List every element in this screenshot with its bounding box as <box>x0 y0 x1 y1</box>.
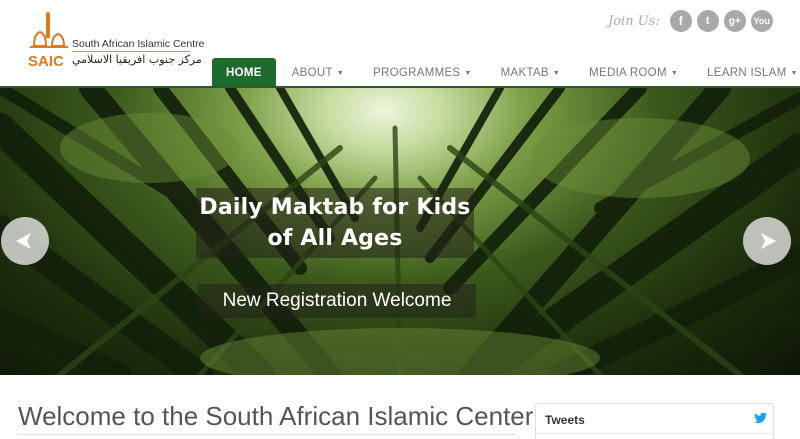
chevron-down-icon: ▼ <box>670 69 679 77</box>
nav-home[interactable]: HOME <box>212 58 276 88</box>
logo-divider <box>72 51 190 52</box>
hero-slider: Daily Maktab for Kids of All Ages New Re… <box>0 88 800 375</box>
logo-name-english: South African Islamic Centre <box>72 38 205 50</box>
headline-caption: Daily Maktab for Kids of All Ages <box>196 192 474 254</box>
site-header: SAIC South African Islamic Centre مركز ج… <box>0 0 800 88</box>
chevron-down-icon: ▼ <box>552 69 561 77</box>
welcome-divider <box>18 434 516 435</box>
nav-maktab[interactable]: MAKTAB ▼ <box>501 58 560 88</box>
nav-about[interactable]: ABOUT ▼ <box>292 58 344 88</box>
headline-line-2: of All Ages <box>267 226 403 251</box>
nav-about-label: ABOUT <box>291 67 333 79</box>
nav-media-room-label: MEDIA ROOM <box>589 67 667 79</box>
youtube-icon[interactable]: You <box>750 10 773 32</box>
tweets-title: Tweets <box>545 413 585 427</box>
saic-logo-mark: SAIC <box>28 12 68 70</box>
chevron-down-icon: ▼ <box>790 69 798 77</box>
chevron-down-icon: ▼ <box>336 69 345 77</box>
headline-line-1: Daily Maktab for Kids <box>199 195 471 220</box>
nav-maktab-label: MAKTAB <box>500 67 549 79</box>
twitter-icon[interactable]: t <box>696 10 719 32</box>
nav-home-label: HOME <box>226 67 262 79</box>
tweets-divider <box>536 433 773 434</box>
google-plus-icon[interactable]: g+ <box>723 10 746 32</box>
main-nav: HOME ABOUT ▼ PROGRAMMES ▼ MAKTAB ▼ MEDIA RO… <box>212 58 798 88</box>
slider-prev-button[interactable] <box>1 217 49 265</box>
join-us-label: Join Us: <box>608 13 660 29</box>
logo-name-arabic: مركز جنوب افريقيا الاسلامي <box>72 53 202 66</box>
twitter-bird-icon[interactable] <box>754 412 767 424</box>
nav-programmes[interactable]: PROGRAMMES ▼ <box>373 58 472 88</box>
site-logo[interactable]: SAIC South African Islamic Centre مركز ج… <box>26 12 206 74</box>
tweets-widget[interactable]: Tweets <box>535 403 774 439</box>
welcome-heading: Welcome to the South African Islamic Cen… <box>18 401 534 431</box>
arrow-right-icon <box>761 233 776 249</box>
social-links: Join Us: f t g+ You <box>608 10 778 32</box>
facebook-icon[interactable]: f <box>669 10 692 32</box>
logo-initials: SAIC <box>28 53 64 70</box>
slider-next-button[interactable] <box>743 217 791 265</box>
arrow-left-icon <box>16 233 31 249</box>
nav-learn-islam[interactable]: LEARN ISLAM ▼ <box>707 58 798 88</box>
nav-learn-islam-label: LEARN ISLAM <box>707 67 787 79</box>
chevron-down-icon: ▼ <box>464 69 472 77</box>
subline-caption: New Registration Welcome <box>222 290 452 311</box>
nav-programmes-label: PROGRAMMES <box>373 67 461 79</box>
nav-media-room[interactable]: MEDIA ROOM ▼ <box>589 58 678 88</box>
